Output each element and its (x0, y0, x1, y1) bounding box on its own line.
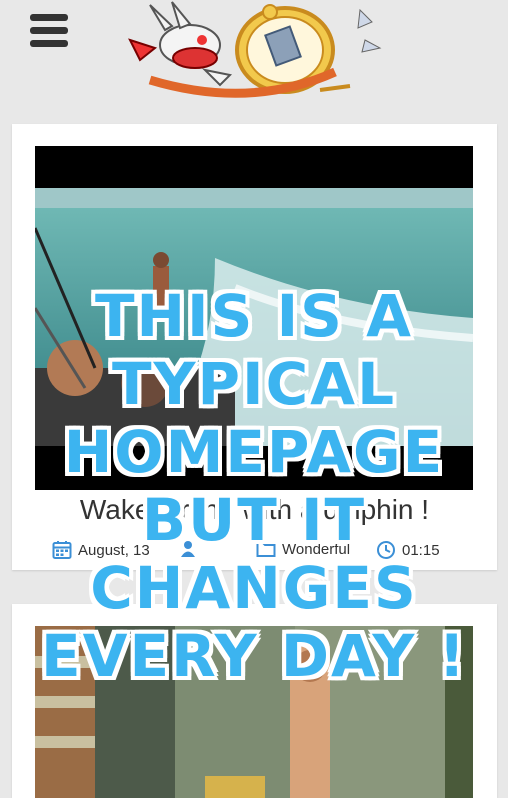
overlay-line: BUT IT (141, 486, 367, 554)
site-header (0, 0, 508, 112)
overlay-line: TYPICAL (111, 350, 397, 418)
menu-bar-icon (30, 14, 68, 21)
overlay-line: HOMEPAGE (63, 418, 445, 486)
overlay-line: CHANGES (90, 554, 418, 622)
overlay-line: THIS IS A (94, 282, 414, 350)
overlay-line: EVERY DAY ! (41, 622, 467, 690)
site-logo[interactable] (110, 0, 390, 112)
menu-bar-icon (30, 27, 68, 34)
promo-overlay-text: THIS IS A TYPICAL HOMEPAGE BUT IT CHANGE… (0, 282, 508, 690)
menu-bar-icon (30, 40, 68, 47)
hamburger-menu-button[interactable] (30, 14, 68, 54)
